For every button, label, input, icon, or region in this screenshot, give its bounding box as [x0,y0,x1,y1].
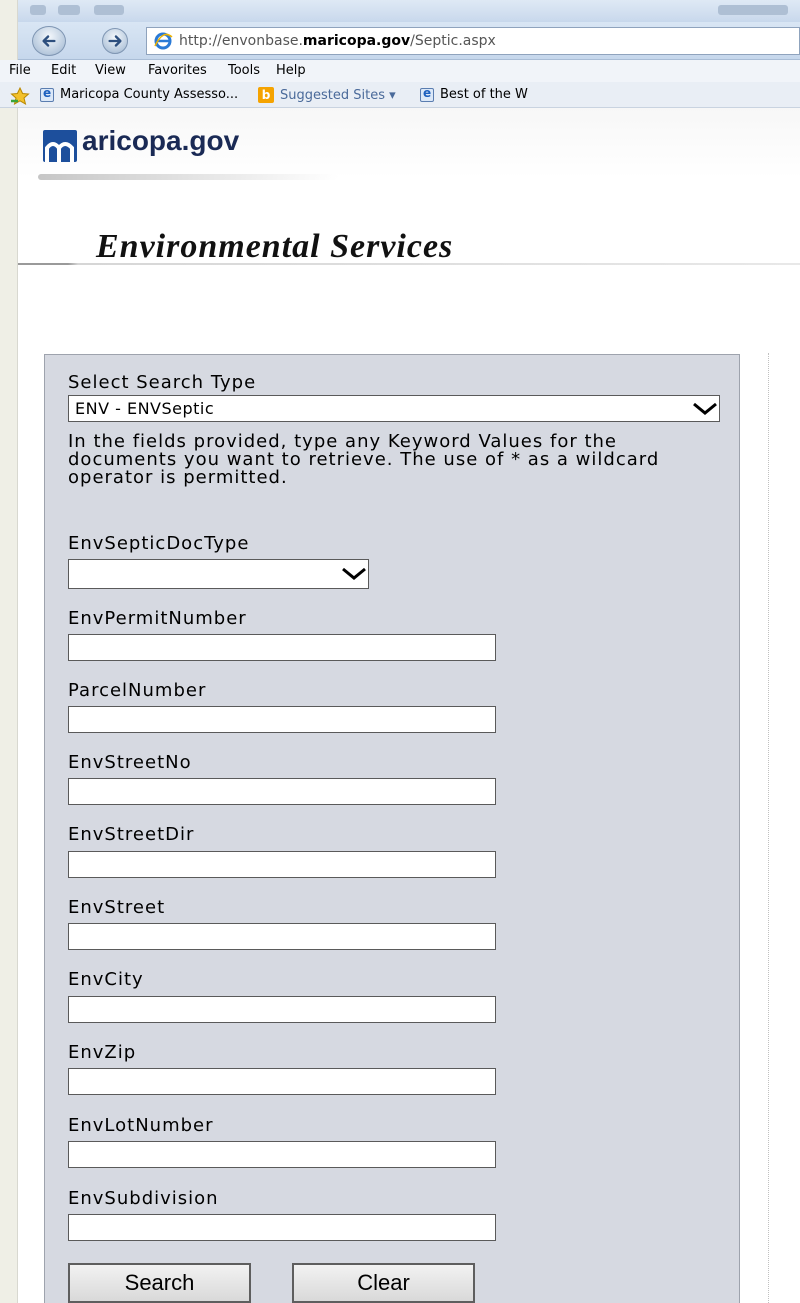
address-bar[interactable]: http://envonbase.maricopa.gov/Septic.asp… [146,27,800,55]
browser-navigation-bar: http://envonbase.maricopa.gov/Septic.asp… [18,22,800,60]
street-dir-input[interactable] [68,851,496,878]
subdivision-input[interactable] [68,1214,496,1241]
menu-favorites[interactable]: Favorites [148,63,207,78]
favorite-label: Best of the W [440,87,528,102]
favorites-star-icon [10,87,30,105]
menu-view[interactable]: View [95,63,126,78]
browser-title-bar [18,0,800,22]
back-button[interactable] [32,26,66,56]
lot-number-label: EnvLotNumber [68,1115,214,1136]
search-panel: Select Search Type ENV - ENVSeptic In th… [44,354,740,1303]
ie-icon [154,32,173,50]
search-instructions: In the fields provided, type any Keyword… [68,431,660,488]
title-divider [18,263,800,265]
permit-number-input[interactable] [68,634,496,661]
page-title: Environmental Services [96,228,454,265]
favorites-bar: Maricopa County Assesso... b Suggested S… [0,82,800,108]
menu-file[interactable]: File [9,63,31,78]
favorite-item-best-of-web[interactable]: Best of the W [420,86,528,102]
menu-help[interactable]: Help [276,63,306,78]
menu-bar: File Edit View Favorites Tools Help [0,60,800,82]
street-no-input[interactable] [68,778,496,805]
site-header: aricopa.gov [18,108,800,180]
zip-label: EnvZip [68,1042,137,1063]
logo-text[interactable]: aricopa.gov [82,125,239,157]
search-type-select[interactable]: ENV - ENVSeptic [68,395,720,422]
favorite-item-assessor[interactable]: Maricopa County Assesso... [40,86,239,102]
maricopa-logo-icon[interactable] [43,130,77,162]
street-input[interactable] [68,923,496,950]
doc-type-select[interactable] [68,559,369,589]
forward-button[interactable] [102,28,128,54]
favorite-label: Maricopa County Assesso... [60,87,239,102]
permit-number-label: EnvPermitNumber [68,608,247,629]
city-label: EnvCity [68,969,144,990]
bing-icon: b [258,87,274,103]
forward-arrow-icon [108,35,122,47]
search-button[interactable]: Search [68,1263,251,1303]
url-text: http://envonbase.maricopa.gov/Septic.asp… [179,33,496,49]
favorite-item-suggested-sites[interactable]: b Suggested Sites ▾ [258,87,396,103]
favorites-star-button[interactable] [10,87,30,105]
street-dir-label: EnvStreetDir [68,824,195,845]
zip-input[interactable] [68,1068,496,1095]
menu-edit[interactable]: Edit [51,63,76,78]
chevron-down-icon [691,399,719,419]
page-icon [40,86,54,102]
clear-button[interactable]: Clear [292,1263,475,1303]
favorite-label: Suggested Sites ▾ [280,87,396,103]
menu-tools[interactable]: Tools [228,63,260,78]
street-label: EnvStreet [68,897,166,918]
page-icon [420,86,434,102]
page-content: aricopa.gov Environmental Services Selec… [18,108,800,1303]
doc-type-label: EnvSepticDocType [68,533,250,554]
chevron-down-icon [340,564,368,584]
window-left-edge [0,0,18,1303]
search-type-value: ENV - ENVSeptic [75,399,215,418]
parcel-number-input[interactable] [68,706,496,733]
column-divider [768,353,769,1303]
search-type-label: Select Search Type [68,372,257,393]
street-no-label: EnvStreetNo [68,752,192,773]
back-arrow-icon [42,35,56,47]
lot-number-input[interactable] [68,1141,496,1168]
subdivision-label: EnvSubdivision [68,1188,219,1209]
city-input[interactable] [68,996,496,1023]
parcel-number-label: ParcelNumber [68,680,207,701]
